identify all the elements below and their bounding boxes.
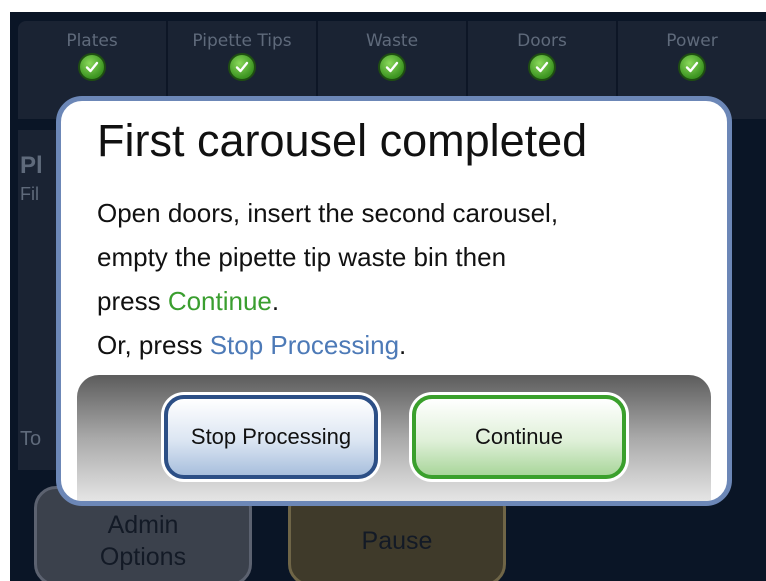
carousel-complete-dialog: First carousel completed Open doors, ins… [56,96,732,506]
dialog-button-tray: Stop Processing Continue [77,375,711,501]
message-text: . [271,286,280,316]
stop-processing-highlight: Stop Processing [209,330,400,360]
continue-highlight: Continue [167,286,272,316]
admin-options-label: Admin Options [37,509,249,573]
continue-button[interactable]: Continue [412,395,626,479]
background-panel-subtitle: Fil [20,184,39,204]
status-label: Plates [66,31,118,51]
background-label: To [20,428,42,450]
check-icon [378,53,406,81]
dialog-message: Open doors, insert the second carousel, … [97,191,697,367]
message-line: press Continue. [97,279,697,323]
status-label: Waste [365,31,419,51]
background-panel-title: Pl [20,152,43,179]
status-label: Doors [517,31,567,51]
admin-options-line1: Admin [107,511,179,539]
status-label: Pipette Tips [192,31,292,51]
message-line: Open doors, insert the second carousel, [97,198,559,228]
check-icon [78,53,106,81]
message-text: Or, press [97,330,210,360]
check-icon [228,53,256,81]
continue-label: Continue [474,424,564,449]
message-line: empty the pipette tip waste bin then [97,242,507,272]
stop-processing-button[interactable]: Stop Processing [164,395,378,479]
status-label: Power [666,31,718,51]
dialog-title: First carousel completed [97,115,588,166]
admin-options-line2: Options [99,543,187,571]
message-text: . [399,330,407,360]
stop-processing-label: Stop Processing [190,424,352,449]
pause-label: Pause [361,527,433,555]
check-icon [528,53,556,81]
message-text: press [97,286,168,316]
message-line: Or, press Stop Processing. [97,323,697,367]
check-icon [678,53,706,81]
